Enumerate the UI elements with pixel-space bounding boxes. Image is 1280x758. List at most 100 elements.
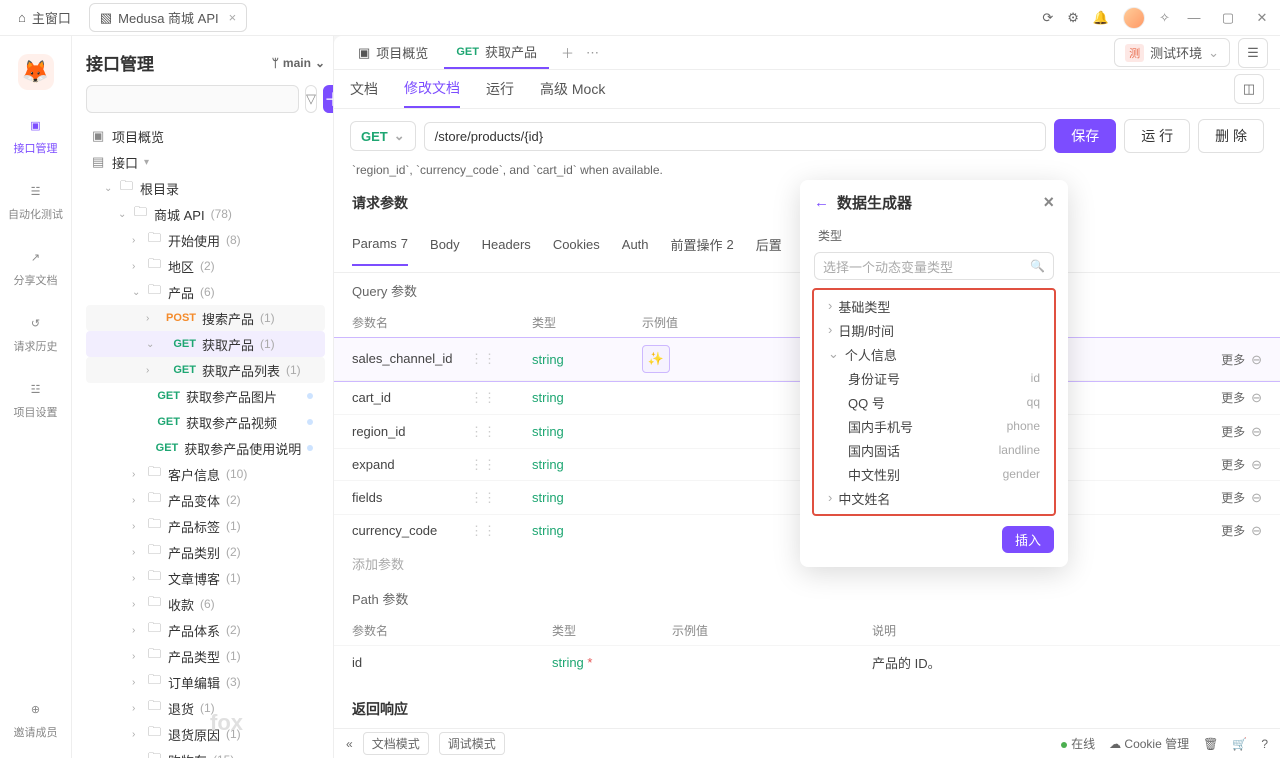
group-personal[interactable]: 个人信息	[814, 342, 1054, 366]
opt-qq[interactable]: QQ 号qq	[814, 390, 1054, 414]
pin-icon[interactable]: ✧	[1159, 10, 1170, 26]
rail-settings[interactable]: ☳项目设置	[14, 378, 58, 420]
group-cnname[interactable]: 中文姓名	[814, 486, 1054, 510]
row-more[interactable]: 更多	[1221, 491, 1245, 505]
subtab-mock[interactable]: 高级 Mock	[540, 71, 605, 107]
ptab-params[interactable]: Params 7	[352, 223, 408, 266]
search-input[interactable]	[86, 85, 299, 113]
rail-api[interactable]: ▣接口管理	[14, 114, 58, 156]
row-more[interactable]: 更多	[1221, 458, 1245, 472]
drag-handle-icon[interactable]: ⋮⋮	[470, 523, 496, 539]
subtab-edit[interactable]: 修改文档	[404, 70, 460, 108]
rail-invite[interactable]: ⊕邀请成员	[14, 698, 58, 740]
tab-project[interactable]: ▧ Medusa 商城 API ×	[89, 3, 247, 32]
project-overview[interactable]: ▣项目概览	[86, 123, 325, 149]
tree-get-product-img[interactable]: GET 获取参产品图片	[86, 383, 325, 409]
row-more[interactable]: 更多	[1221, 524, 1245, 538]
tree-getting-started[interactable]: ›🗀开始使用 (8)	[86, 227, 325, 253]
tree-region[interactable]: ›🗀地区 (2)	[86, 253, 325, 279]
tree-search-product[interactable]: ›POST 搜索产品 (1)	[86, 305, 325, 331]
tree-get-product[interactable]: ⌄GET 获取产品 (1)	[86, 331, 325, 357]
ptab-cookies[interactable]: Cookies	[553, 223, 600, 266]
magic-wand-icon[interactable]: ✨	[642, 345, 670, 373]
delete-button[interactable]: 删 除	[1198, 119, 1264, 153]
group-datetime[interactable]: 日期/时间	[814, 318, 1054, 342]
add-button[interactable]: ＋	[323, 85, 334, 113]
tree-tags[interactable]: ›🗀产品标签 (1)	[86, 513, 325, 539]
cart-icon[interactable]: 🛒	[1232, 737, 1247, 751]
tree-cart[interactable]: ›🗀购物车 (15)	[86, 747, 325, 758]
close-icon[interactable]: ×	[1043, 192, 1054, 213]
ptab-body[interactable]: Body	[430, 223, 460, 266]
ptab-pre[interactable]: 前置操作 2	[671, 223, 734, 266]
rail-history[interactable]: ↺请求历史	[14, 312, 58, 354]
minus-icon[interactable]: ⊖	[1251, 523, 1262, 538]
drag-handle-icon[interactable]: ⋮⋮	[470, 490, 496, 506]
row-more[interactable]: 更多	[1221, 391, 1245, 405]
tree-categories[interactable]: ›🗀产品类别 (2)	[86, 539, 325, 565]
tree-rootdir[interactable]: ⌄🗀根目录	[86, 175, 325, 201]
tab-home[interactable]: ⌂ 主窗口	[8, 4, 81, 31]
drag-handle-icon[interactable]: ⋮⋮	[470, 390, 496, 406]
drag-handle-icon[interactable]: ⋮⋮	[470, 457, 496, 473]
type-search[interactable]: 选择一个动态变量类型	[814, 252, 1054, 280]
minus-icon[interactable]: ⊖	[1251, 457, 1262, 472]
opt-idcard[interactable]: 身份证号id	[814, 366, 1054, 390]
minus-icon[interactable]: ⊖	[1251, 390, 1262, 405]
run-button[interactable]: 运 行	[1124, 119, 1190, 153]
tree-blog[interactable]: ›🗀文章博客 (1)	[86, 565, 325, 591]
minimize-button[interactable]: —	[1184, 10, 1204, 25]
rail-autotest[interactable]: ☱自动化测试	[8, 180, 63, 222]
env-selector[interactable]: 测测试环境⌄	[1114, 38, 1230, 67]
tab-more[interactable]: ⋯	[586, 45, 599, 61]
refresh-icon[interactable]: ⟳	[1042, 10, 1053, 26]
ptab-post[interactable]: 后置	[756, 223, 782, 266]
gear-icon[interactable]: ⚙	[1067, 10, 1079, 26]
tree-mall-api[interactable]: ⌄🗀商城 API (78)	[86, 201, 325, 227]
tree-get-product-list[interactable]: ›GET 获取产品列表 (1)	[86, 357, 325, 383]
group-basic[interactable]: 基础类型	[814, 294, 1054, 318]
drag-handle-icon[interactable]: ⋮⋮	[470, 424, 496, 440]
minus-icon[interactable]: ⊖	[1251, 352, 1262, 367]
row-more[interactable]: 更多	[1221, 353, 1245, 367]
insert-button[interactable]: 插入	[1002, 526, 1054, 553]
bell-icon[interactable]: 🔔	[1093, 10, 1109, 26]
minus-icon[interactable]: ⊖	[1251, 424, 1262, 439]
subtab-doc[interactable]: 文档	[350, 71, 378, 107]
recycle-icon[interactable]: 🗑	[1203, 737, 1218, 751]
path-row[interactable]: id string * 产品的 ID。	[334, 646, 1280, 680]
ptab-headers[interactable]: Headers	[482, 223, 531, 266]
split-view-button[interactable]: ◫	[1234, 74, 1264, 104]
close-icon[interactable]: ×	[229, 10, 237, 25]
row-more[interactable]: 更多	[1221, 425, 1245, 439]
tab-add[interactable]: ＋	[561, 43, 574, 62]
opt-gender[interactable]: 中文性别gender	[814, 462, 1054, 486]
opt-landline[interactable]: 国内固话landline	[814, 438, 1054, 462]
drag-handle-icon[interactable]: ⋮⋮	[470, 351, 496, 367]
close-button[interactable]: ✕	[1252, 10, 1272, 26]
doc-mode[interactable]: 文档模式	[363, 732, 429, 755]
layout-button[interactable]: ☰	[1238, 38, 1268, 68]
app-logo[interactable]: 🦊	[18, 54, 54, 90]
save-button[interactable]: 保存	[1054, 119, 1116, 153]
tree-customer[interactable]: ›🗀客户信息 (10)	[86, 461, 325, 487]
collapse-icon[interactable]: «	[346, 737, 353, 751]
tree-get-product-manual[interactable]: GET 获取参产品使用说明	[86, 435, 325, 461]
tab-overview[interactable]: ▣项目概览	[346, 37, 440, 68]
tree-root[interactable]: ▤接口 ▾	[86, 149, 325, 175]
avatar[interactable]	[1123, 7, 1145, 29]
tree-order-edit[interactable]: ›🗀订单编辑 (3)	[86, 669, 325, 695]
tab-getproduct[interactable]: GET获取产品	[444, 36, 549, 69]
tree-product-sys[interactable]: ›🗀产品体系 (2)	[86, 617, 325, 643]
subtab-run[interactable]: 运行	[486, 71, 514, 107]
tree-product-types[interactable]: ›🗀产品类型 (1)	[86, 643, 325, 669]
tree-products[interactable]: ⌄🗀产品 (6)	[86, 279, 325, 305]
ptab-auth[interactable]: Auth	[622, 223, 649, 266]
debug-mode[interactable]: 调试模式	[439, 732, 505, 755]
opt-phone[interactable]: 国内手机号phone	[814, 414, 1054, 438]
tree-return-reason[interactable]: ›🗀退货原因 (1)	[86, 721, 325, 747]
method-selector[interactable]: GET⌄	[350, 121, 416, 151]
tree-payment[interactable]: ›🗀收款 (6)	[86, 591, 325, 617]
tree-return[interactable]: ›🗀退货 (1)	[86, 695, 325, 721]
maximize-button[interactable]: ▢	[1218, 10, 1238, 26]
